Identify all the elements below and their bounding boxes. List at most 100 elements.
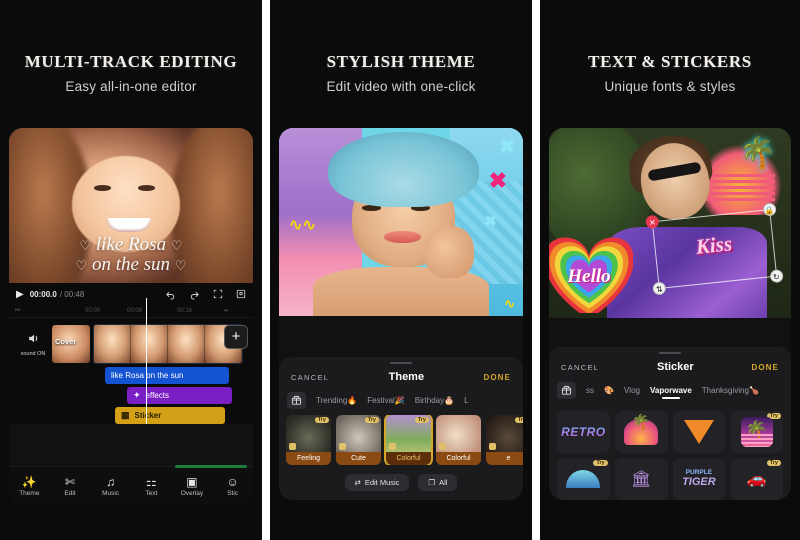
- theme-category-tabs: Trending🔥 Festival🎉 Birthday🎂 L: [279, 390, 523, 415]
- bucket-hat: [327, 131, 480, 207]
- playhead[interactable]: [145, 298, 148, 424]
- button-label: All: [439, 478, 448, 487]
- tab-art[interactable]: 🎨: [604, 386, 614, 395]
- hello-heart-sticker[interactable]: Hello: [549, 234, 633, 314]
- sticker-item-car[interactable]: Try 🚗: [730, 458, 783, 500]
- dome-icon: [566, 470, 601, 488]
- video-text-overlay[interactable]: ♡ like Rosa ♡ ♡ on the sun ♡: [9, 235, 253, 275]
- tab-vlog[interactable]: Vlog: [624, 386, 640, 395]
- sticker-item-retro[interactable]: RETRO: [557, 411, 610, 453]
- redo-icon[interactable]: [189, 289, 200, 300]
- ruler-tick: 00:16: [177, 308, 193, 314]
- lock-badge: [489, 443, 496, 450]
- all-button[interactable]: ❐ All: [418, 474, 458, 491]
- theme-item[interactable]: Try Feeling: [286, 415, 331, 465]
- kiss-sticker-selection[interactable]: Kiss ✕ 🔒 ↻ ⇅: [645, 202, 784, 297]
- video-preview[interactable]: ✖ ✖ ✖ ∿∿ ∿: [279, 128, 523, 316]
- party-emoji: 🎉: [394, 396, 405, 405]
- add-clip-button[interactable]: +: [224, 325, 248, 349]
- theme-item-selected[interactable]: Try Colorful: [384, 415, 433, 465]
- sheet-title: Theme: [388, 371, 425, 383]
- page-title: TEXT & STICKERS: [588, 52, 752, 71]
- track-effects[interactable]: ✦ effects: [127, 387, 232, 404]
- theme-item[interactable]: Try e: [486, 415, 523, 465]
- tab-vaporwave[interactable]: Vaporwave: [650, 386, 692, 399]
- done-button[interactable]: DONE: [751, 363, 779, 372]
- done-button[interactable]: DONE: [483, 373, 511, 382]
- drag-handle[interactable]: [659, 351, 681, 354]
- sound-toggle-button[interactable]: sound ON: [14, 332, 52, 357]
- tab-partial[interactable]: ss: [586, 386, 594, 395]
- tab-thanksgiving[interactable]: Thanksgiving🍗: [702, 386, 759, 395]
- clip-row: sound ON Cover +: [9, 324, 253, 364]
- undo-icon[interactable]: [165, 289, 176, 300]
- player-control-bar: ▶ 00:00.0 / 00:48: [9, 283, 253, 305]
- sticker-item-triangle[interactable]: [672, 411, 726, 453]
- track-text[interactable]: like Rosa on the sun: [105, 367, 229, 384]
- timeline-tracks: sound ON Cover + like Rosa on the sun ✦ …: [9, 298, 253, 424]
- tool-edit[interactable]: ✄ Edit: [50, 475, 90, 497]
- rotate-handle[interactable]: ↻: [769, 269, 784, 285]
- try-badge: Try: [414, 417, 429, 423]
- cancel-button[interactable]: CANCEL: [291, 373, 329, 382]
- fullscreen-icon[interactable]: [213, 289, 223, 299]
- sticker-box-icon[interactable]: [557, 382, 576, 399]
- zigzag-sticker: ∿: [504, 295, 515, 311]
- lock-badge: [389, 443, 396, 450]
- cancel-button[interactable]: CANCEL: [561, 363, 599, 372]
- tab-more[interactable]: L: [464, 396, 468, 405]
- tool-sticker[interactable]: ☺ Stic: [213, 475, 253, 497]
- try-badge: Try: [766, 460, 781, 466]
- theme-box-icon[interactable]: [287, 392, 306, 409]
- overlay-line-2: on the sun: [91, 254, 171, 276]
- sparkle-icon: ✦: [133, 390, 141, 400]
- tab-trending[interactable]: Trending🔥: [316, 396, 357, 405]
- cake-emoji: 🎂: [444, 396, 455, 405]
- theme-name: Feeling: [286, 452, 331, 465]
- car-icon: 🚗: [746, 471, 767, 488]
- export-icon[interactable]: [236, 289, 246, 299]
- theme-item[interactable]: Colorful: [436, 415, 481, 465]
- video-preview[interactable]: 🌴 Hello Kiss ✕ 🔒 ↻ ⇅: [549, 128, 791, 318]
- sticker-item-sunset-palm[interactable]: 🌴: [614, 411, 668, 453]
- play-icon[interactable]: ▶: [16, 289, 24, 300]
- vapor-sun-icon: 🌴: [740, 417, 773, 447]
- theme-thumbnail-row[interactable]: Try Feeling Try Cute Try Colorful Colorf…: [279, 415, 523, 465]
- page-subtitle: Unique fonts & styles: [604, 79, 736, 94]
- eye-right: [138, 185, 156, 191]
- skip-to-start-icon[interactable]: ⏮: [15, 308, 20, 315]
- drag-handle[interactable]: [390, 361, 412, 364]
- tab-birthday[interactable]: Birthday🎂: [415, 396, 454, 405]
- edit-music-button[interactable]: ⇄ Edit Music: [344, 474, 410, 491]
- delete-handle[interactable]: ✕: [645, 215, 660, 230]
- purple-tiger-icon: PURPLE TIGER: [682, 469, 716, 488]
- tool-theme[interactable]: ✨ Theme: [9, 475, 49, 497]
- sticker-item-palm-sunset[interactable]: Try 🌴: [730, 411, 783, 453]
- sheet-title: Sticker: [657, 361, 694, 373]
- panel-multi-track-editing: MULTI-TRACK EDITING Easy all-in-one edit…: [0, 0, 262, 540]
- video-clip-strip[interactable]: [93, 324, 243, 364]
- cover-thumbnail[interactable]: Cover: [52, 325, 90, 363]
- sticker-item-ruins[interactable]: 🏛: [614, 458, 668, 500]
- tool-music[interactable]: ♫ Music: [91, 475, 131, 497]
- overlay-icon: ▣: [186, 474, 198, 489]
- tool-text[interactable]: ⚏ Text: [131, 475, 171, 497]
- page-subtitle: Edit video with one-click: [326, 79, 476, 94]
- theme-name: Colorful: [386, 452, 431, 465]
- theme-item[interactable]: Try Cute: [336, 415, 381, 465]
- ruler-tick: 00:08: [127, 308, 143, 314]
- sticker-item-purple-tiger[interactable]: PURPLE TIGER: [672, 458, 726, 500]
- text-box-icon: ⚏: [145, 474, 157, 489]
- theme-sheet: CANCEL Theme DONE Trending🔥 Festival🎉 Bi…: [279, 356, 523, 500]
- app-store-screenshot-gallery: MULTI-TRACK EDITING Easy all-in-one edit…: [0, 0, 800, 540]
- x-sticker-pink: ✖: [488, 168, 507, 193]
- phone-mockup-2: ✖ ✖ ✖ ∿∿ ∿ CANCEL Theme DONE Trending🔥 F…: [279, 128, 523, 500]
- tab-festival[interactable]: Festival🎉: [367, 396, 405, 405]
- tool-overlay[interactable]: ▣ Overlay: [172, 475, 212, 497]
- sticker-item-retro-dome[interactable]: Try: [557, 458, 610, 500]
- video-preview[interactable]: ♡ like Rosa ♡ ♡ on the sun ♡: [9, 128, 253, 283]
- timeline-ruler[interactable]: ⏮ 00:00 00:08 00:16 ⏯: [9, 305, 253, 318]
- track-sticker[interactable]: ▦ Sticker: [115, 407, 225, 424]
- skip-to-end-icon[interactable]: ⏯: [224, 308, 229, 315]
- palm-tree-sticker: 🌴: [739, 137, 777, 171]
